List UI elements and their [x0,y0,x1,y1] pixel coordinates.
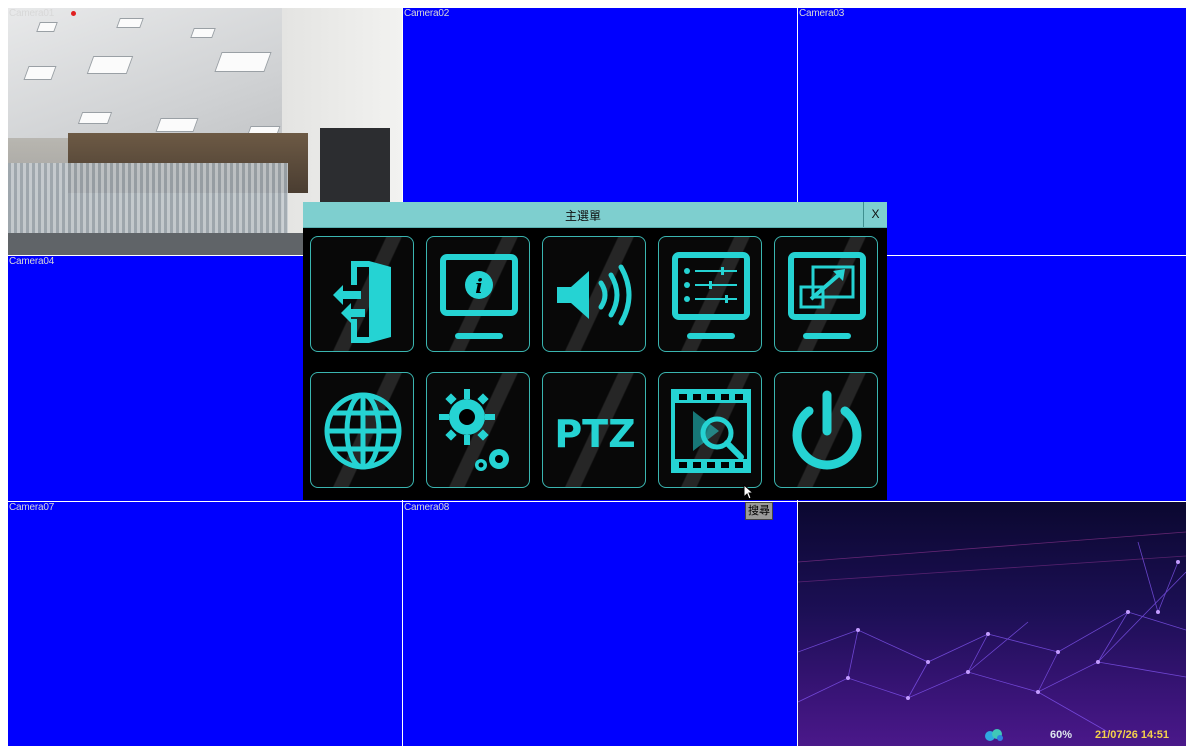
camera-tile-8[interactable]: Camera08 [403,502,797,746]
camera-label: Camera04 [9,256,55,267]
network-lines [798,531,1186,733]
camera-feed-network [798,502,1186,746]
dialog-titlebar[interactable]: 主選單 X [303,202,887,228]
system-info-icon: i [440,254,518,339]
dialog-title: 主選單 [564,209,601,223]
ptz-icon: PTZ [554,412,635,456]
close-button[interactable]: X [863,202,887,227]
camera-label: Camera08 [404,502,450,513]
menu-item-audio[interactable] [542,236,646,352]
main-menu-dialog: 主選單 X i PTZ [303,202,887,500]
disk-usage-text: 60% [1050,729,1073,741]
mouse-pointer-icon [743,484,755,500]
menu-item-logout[interactable] [310,236,414,352]
camera-tile-7[interactable]: Camera07 [8,502,402,746]
gears-icon [439,389,509,471]
volume-icon [557,264,632,326]
logout-door-icon [333,261,391,343]
video-search-icon [671,389,751,473]
camera-label: Camera03 [799,8,845,19]
network-tray-icon[interactable] [983,728,1005,742]
menu-item-system-setup[interactable] [426,372,530,488]
svg-text:i: i [475,274,483,298]
display-resize-icon [788,252,866,339]
camera-label: Camera01 [9,8,55,19]
menu-item-network[interactable] [310,372,414,488]
camera-tile-9[interactable]: 60% 21/07/26 14:51 [798,502,1186,746]
datetime-text: 21/07/26 14:51 [1095,729,1170,741]
menu-item-display[interactable] [774,236,878,352]
ptz-text: PTZ [554,412,635,456]
power-icon [792,390,862,470]
settings-list-icon [672,252,750,339]
camera-label: Camera07 [9,502,55,513]
recording-indicator [71,11,76,16]
camera-label: Camera02 [404,8,450,19]
menu-item-system-info[interactable]: i [426,236,530,352]
network-globe-icon [324,392,402,470]
tooltip: 搜尋 [745,502,773,520]
menu-item-search[interactable] [658,372,762,488]
menu-item-ptz[interactable]: PTZ [542,372,646,488]
menu-item-power[interactable] [774,372,878,488]
menu-item-settings-list[interactable] [658,236,762,352]
